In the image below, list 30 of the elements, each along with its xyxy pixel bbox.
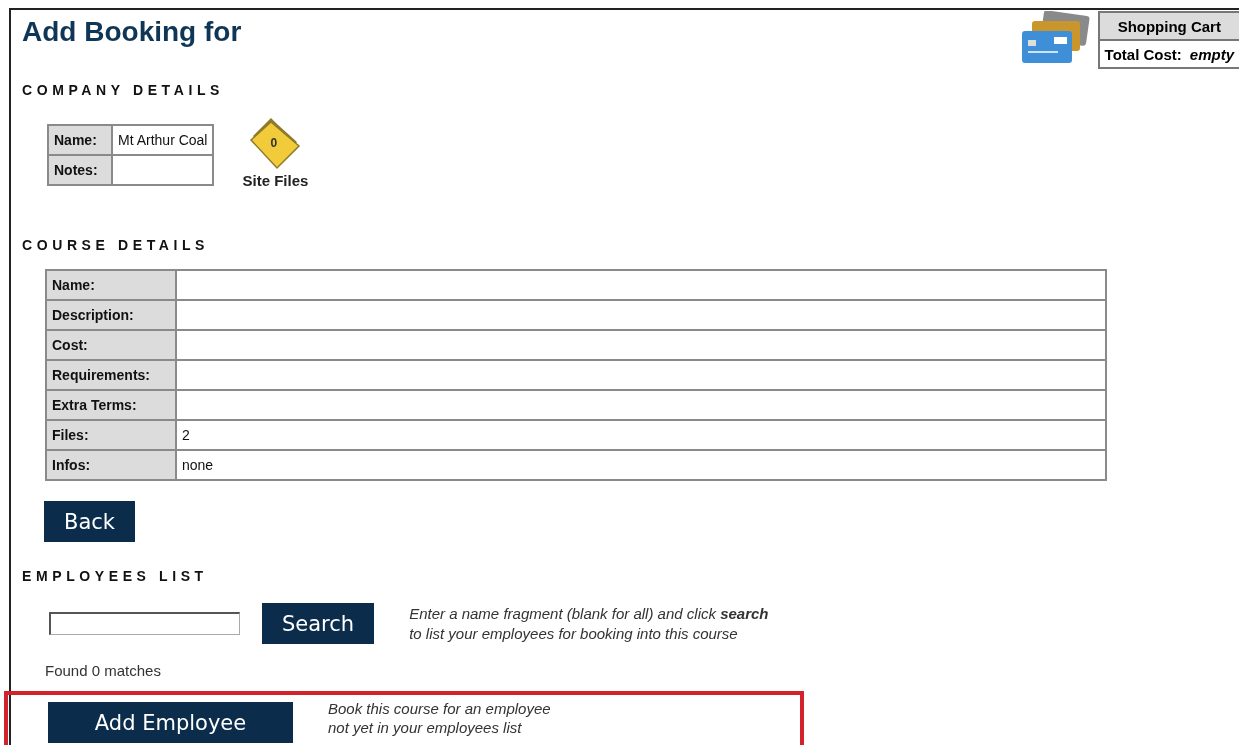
total-cost-value: empty xyxy=(1189,45,1234,63)
search-field[interactable] xyxy=(49,612,240,635)
field-label: Notes: xyxy=(48,155,112,185)
cart-heading: Shopping Cart xyxy=(1098,12,1239,40)
page-title: Add Booking for xyxy=(22,16,242,48)
field-label: Files: xyxy=(46,420,176,450)
site-files-link[interactable]: Site Files xyxy=(242,172,309,189)
field-label: Name: xyxy=(48,125,112,155)
field-label: Requirements: xyxy=(46,360,176,390)
help-text: Enter a name fragment (blank for all) and click search xyxy=(409,604,769,624)
help-text: to list your employees for booking into this course xyxy=(409,624,739,644)
section-heading: COURSE DETAILS xyxy=(22,237,211,253)
section-heading: COMPANY DETAILS xyxy=(22,82,225,98)
field-label: Cost: xyxy=(46,330,176,360)
match-count: Found 0 matches xyxy=(45,662,162,679)
field-label: Name: xyxy=(46,270,176,300)
section-heading: EMPLOYEES LIST xyxy=(22,568,209,584)
field-value: 2 xyxy=(176,420,1106,450)
field-value: none xyxy=(176,450,1106,480)
search-button[interactable]: Search xyxy=(262,603,375,644)
field-label: Description: xyxy=(46,300,176,330)
total-cost-label: Total Cost: xyxy=(1104,45,1182,63)
help-text: Book this course for an employee xyxy=(328,699,551,718)
back-button[interactable]: Back xyxy=(44,501,135,542)
file-count: 0 xyxy=(270,136,278,150)
add-employee-button[interactable]: Add Employee xyxy=(48,702,293,743)
field-label: Infos: xyxy=(46,450,176,480)
field-label: Extra Terms: xyxy=(46,390,176,420)
help-text: not yet in your employees list xyxy=(328,718,523,737)
field-value: Mt Arthur Coal xyxy=(112,125,214,155)
